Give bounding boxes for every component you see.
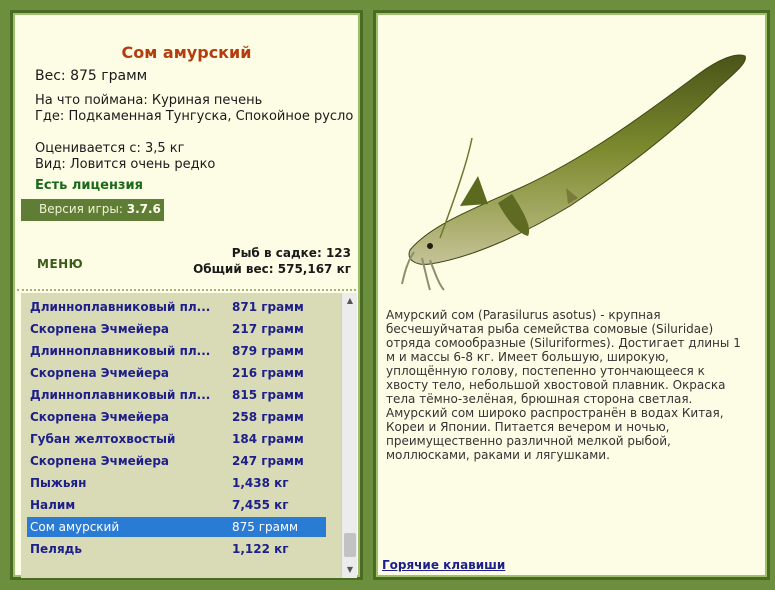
list-item[interactable]: Скорпена Эчмейера 217 грамм <box>27 319 326 339</box>
list-item-name: Сом амурский <box>30 520 120 534</box>
location-value: Подкаменная Тунгуска, Спокойное русло <box>68 109 354 124</box>
list-item-name: Длинноплавниковый пл... <box>30 344 211 358</box>
list-item-weight: 184 грамм <box>232 432 304 446</box>
list-item-name: Скорпена Эчмейера <box>30 410 170 424</box>
list-item-name: Пелядь <box>30 542 82 556</box>
list-item-weight: 879 грамм <box>232 344 304 358</box>
list-item-weight: 7,455 кг <box>232 498 289 512</box>
list-item-weight: 871 грамм <box>232 300 304 314</box>
list-item-weight: 217 грамм <box>232 322 304 336</box>
fish-count-line: Рыб в садке: 123 <box>193 245 351 261</box>
bait-value: Куриная печень <box>151 93 263 108</box>
menu-button[interactable]: МЕНЮ <box>37 257 83 271</box>
version-label: Версия игры: <box>39 202 123 216</box>
divider <box>17 289 356 291</box>
list-item[interactable]: Пыжьян 1,438 кг <box>27 473 326 493</box>
total-weight-label: Общий вес: <box>193 262 274 276</box>
list-item-name: Губан желтохвостый <box>30 432 176 446</box>
list-item[interactable]: Скорпена Эчмейера 247 грамм <box>27 451 326 471</box>
version-badge: Версия игры: 3.7.6 <box>21 199 164 221</box>
list-item[interactable]: Налим 7,455 кг <box>27 495 326 515</box>
location-line: Где: Подкаменная Тунгуска, Спокойное рус… <box>35 109 355 125</box>
bait-label: На что поймана: <box>35 93 148 108</box>
list-item[interactable]: Длинноплавниковый пл... 879 грамм <box>27 341 326 361</box>
list-item-name: Скорпена Эчмейера <box>30 322 170 336</box>
list-item-weight: 247 грамм <box>232 454 304 468</box>
total-weight-value: 575,167 кг <box>277 262 351 276</box>
fish-title: Сом амурский <box>121 43 252 62</box>
kind-value: Ловится очень редко <box>69 157 216 172</box>
list-item-name: Скорпена Эчмейера <box>30 454 170 468</box>
list-item[interactable]: Сом амурский 875 грамм <box>27 517 326 537</box>
kind-label: Вид: <box>35 157 66 172</box>
fish-count-value: 123 <box>325 246 351 260</box>
hotkeys-link[interactable]: Горячие клавиши <box>382 558 505 572</box>
scroll-down-icon[interactable]: ▼ <box>342 562 358 578</box>
catfish-image <box>401 54 746 291</box>
total-weight-line: Общий вес: 575,167 кг <box>193 261 351 277</box>
price-line: Оценивается с: 3,5 кг <box>35 141 355 157</box>
price-value: 3,5 кг <box>145 141 185 156</box>
fish-weight: Вес: 875 грамм <box>35 68 147 84</box>
list-item[interactable]: Длинноплавниковый пл... 871 грамм <box>27 297 326 317</box>
list-item-weight: 1,438 кг <box>232 476 289 490</box>
scroll-thumb[interactable] <box>344 533 356 557</box>
list-item-name: Пыжьян <box>30 476 87 490</box>
fish-description: Амурский сом (Parasilurus asotus) - круп… <box>386 308 741 462</box>
fish-info-panel: Сом амурский Вес: 875 грамм На что пойма… <box>10 10 363 580</box>
kind-line: Вид: Ловится очень редко <box>35 157 355 173</box>
list-item-name: Скорпена Эчмейера <box>30 366 170 380</box>
list-scrollbar[interactable]: ▲ ▼ <box>341 293 357 578</box>
price-label: Оценивается с: <box>35 141 141 156</box>
list-item-name: Налим <box>30 498 76 512</box>
weight-value: 875 грамм <box>70 68 148 84</box>
catch-stats: Рыб в садке: 123 Общий вес: 575,167 кг <box>193 245 351 277</box>
license-status: Есть лицензия <box>35 178 143 193</box>
location-label: Где: <box>35 109 65 124</box>
fish-count-label: Рыб в садке: <box>231 246 322 260</box>
list-item-name: Длинноплавниковый пл... <box>30 300 211 314</box>
list-item[interactable]: Скорпена Эчмейера 216 грамм <box>27 363 326 383</box>
list-item-weight: 815 грамм <box>232 388 304 402</box>
list-item[interactable]: Губан желтохвостый 184 грамм <box>27 429 326 449</box>
list-item-weight: 258 грамм <box>232 410 304 424</box>
fish-detail-panel: Амурский сом (Parasilurus asotus) - круп… <box>373 10 770 580</box>
scroll-up-icon[interactable]: ▲ <box>342 293 358 309</box>
list-item-name: Длинноплавниковый пл... <box>30 388 211 402</box>
bait-line: На что поймана: Куриная печень <box>35 93 355 109</box>
list-item-weight: 875 грамм <box>232 520 299 534</box>
list-item-weight: 1,122 кг <box>232 542 289 556</box>
version-value: 3.7.6 <box>126 202 161 216</box>
weight-label: Вес: <box>35 68 66 84</box>
list-item[interactable]: Длинноплавниковый пл... 815 грамм <box>27 385 326 405</box>
list-item[interactable]: Пелядь 1,122 кг <box>27 539 326 559</box>
catch-list[interactable]: Длинноплавниковый пл... 871 грамм Скорпен… <box>21 293 348 578</box>
list-item-weight: 216 грамм <box>232 366 304 380</box>
list-item[interactable]: Скорпена Эчмейера 258 грамм <box>27 407 326 427</box>
